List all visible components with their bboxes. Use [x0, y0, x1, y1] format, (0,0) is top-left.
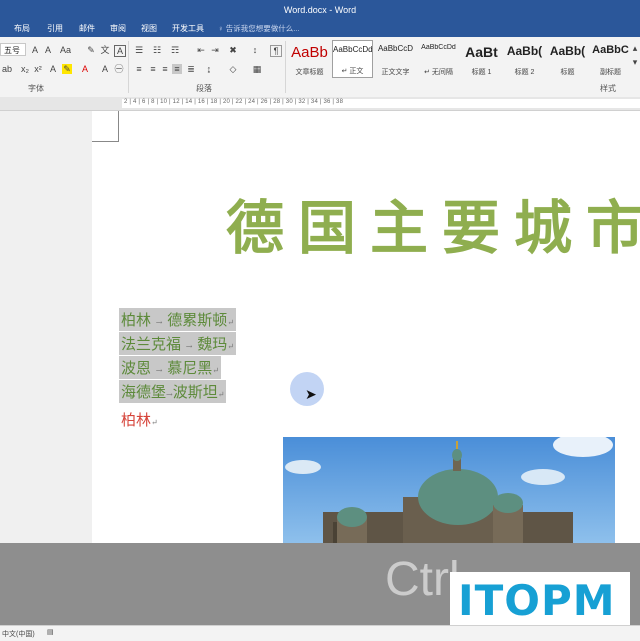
highlight-icon[interactable]: ✎ — [62, 64, 72, 74]
language-indicator[interactable]: 中文(中国) — [2, 629, 35, 639]
style-item-selected[interactable]: AaBbCcDd ↵ 正文 — [332, 40, 373, 78]
list-item: 柏林 → 德累斯顿↵ — [119, 308, 236, 331]
tab-arrow: → — [166, 390, 173, 399]
tab-arrow: → — [155, 318, 163, 327]
change-case-icon[interactable]: Aa — [60, 45, 71, 55]
tab-mailings[interactable]: 邮件 — [79, 23, 95, 34]
tab-arrow: → — [185, 342, 193, 351]
multilevel-list-icon[interactable]: ☶ — [170, 45, 180, 55]
superscript-icon[interactable]: x² — [33, 64, 43, 74]
tab-references[interactable]: 引用 — [47, 23, 63, 34]
phonetic-icon[interactable]: 文 — [100, 45, 110, 55]
paragraph-mark: ↵ — [151, 418, 158, 427]
asian-layout-icon[interactable]: ✖ — [228, 45, 238, 55]
margin-marker — [92, 141, 119, 142]
overlay-key-text: Ctrl — [385, 553, 460, 606]
style-item[interactable]: AaBbC 副标题 — [590, 40, 631, 78]
sort-icon[interactable]: ↕ — [250, 45, 260, 55]
document-area[interactable]: 德国主要城市 柏林 → 德累斯顿↵ 法兰克福 → 魏玛↵ 波恩 → 慕尼黑↵ 海… — [0, 111, 640, 543]
distributed-icon[interactable]: ≣ — [186, 64, 196, 74]
char-border-icon[interactable]: A — [114, 45, 126, 57]
clear-format-icon[interactable]: ✎ — [86, 45, 96, 55]
city-from: 法兰克福 — [121, 335, 182, 353]
logo-text: ITOPM — [458, 576, 616, 625]
title-bar: Word.docx - Word — [0, 0, 640, 20]
berlin-cathedral-photo[interactable] — [283, 437, 615, 543]
ribbon-tabs: 布局 引用 邮件 审阅 视图 开发工具 ♀ 告诉我您想要做什么... — [0, 20, 640, 37]
tell-me-box[interactable]: ♀ 告诉我您想要做什么... — [218, 23, 299, 34]
text-effect-icon[interactable]: A — [48, 64, 58, 74]
style-item[interactable]: AaBt 标题 1 — [461, 40, 502, 78]
tab-arrow: → — [155, 366, 163, 375]
city-to: 慕尼黑 — [167, 359, 213, 377]
style-item[interactable]: AaBb(标题 — [547, 40, 588, 78]
city-from: 海德堡 — [121, 383, 167, 401]
styles-gallery: AaBb 文章标题 AaBbCcDd ↵ 正文 AaBbCcD 正文文字 AaBbCc… — [289, 40, 629, 80]
subscript-icon[interactable]: x₂ — [20, 64, 30, 74]
bullets-icon[interactable]: ☰ — [134, 45, 144, 55]
list-item: 法兰克福 → 魏玛↵ — [119, 332, 236, 355]
tab-developer[interactable]: 开发工具 — [172, 23, 204, 34]
watermark-logo: ITOPM — [450, 572, 630, 628]
lightbulb-icon: ♀ — [218, 24, 226, 33]
paragraph-mark: ↵ — [227, 318, 234, 327]
list-item: 海德堡→波斯坦↵ — [119, 380, 227, 403]
justify-icon[interactable]: ≡ — [172, 64, 182, 74]
group-paragraph-label: 段落 — [196, 84, 212, 93]
tab-view[interactable]: 视图 — [141, 23, 157, 34]
font-color-icon[interactable]: A — [80, 64, 90, 74]
city-to: 德累斯顿 — [167, 311, 228, 329]
tab-review[interactable]: 审阅 — [110, 23, 126, 34]
font-size-select[interactable]: 五号 — [0, 43, 26, 56]
group-styles-label: 样式 — [600, 84, 616, 93]
tab-layout[interactable]: 布局 — [14, 23, 30, 34]
style-item[interactable]: AaBb 文章标题 — [289, 40, 330, 78]
style-item[interactable]: AaBbCcDd ↵ 无间隔 — [418, 40, 459, 78]
strikethrough-icon[interactable]: ab — [2, 64, 12, 74]
paragraph-mark: ↵ — [227, 342, 234, 351]
paragraph-mark: ↵ — [212, 366, 219, 375]
city-to: 波斯坦 — [172, 383, 218, 401]
city-to: 魏玛 — [197, 335, 228, 353]
styles-scroll-up-icon[interactable]: ▴ — [630, 43, 640, 53]
ruler-ticks: 2 | 4 | 6 | 8 | 10 | 12 | 14 | 16 | 18 |… — [124, 99, 344, 105]
document-heading: 德国主要城市 — [226, 194, 640, 262]
align-center-icon[interactable]: ≡ — [148, 64, 158, 74]
char-shading-icon[interactable]: A — [100, 64, 110, 74]
enclose-char-icon[interactable]: ㊀ — [114, 64, 124, 74]
horizontal-ruler[interactable]: 2 | 4 | 6 | 8 | 10 | 12 | 14 | 16 | 18 |… — [0, 97, 640, 111]
divider — [128, 41, 129, 93]
align-left-icon[interactable]: ≡ — [134, 64, 144, 74]
tell-me-text: 告诉我您想要做什么... — [225, 24, 300, 33]
align-right-icon[interactable]: ≡ — [160, 64, 170, 74]
window-title: Word.docx - Word — [283, 5, 357, 15]
numbering-icon[interactable]: ☷ — [152, 45, 162, 55]
document-page[interactable]: 德国主要城市 柏林 → 德累斯顿↵ 法兰克福 → 魏玛↵ 波恩 → 慕尼黑↵ 海… — [92, 111, 640, 543]
margin-marker — [118, 111, 119, 141]
styles-scroll-down-icon[interactable]: ▾ — [630, 57, 640, 67]
list-item: 波恩 → 慕尼黑↵ — [119, 356, 221, 379]
decrease-indent-icon[interactable]: ⇤ — [196, 45, 206, 55]
mouse-pointer-icon: ➤ — [305, 386, 317, 402]
line-spacing-icon[interactable]: ↨ — [204, 64, 214, 74]
style-item[interactable]: AaBb(标题 2 — [504, 40, 545, 78]
red-text-line: 柏林↵ — [121, 409, 158, 430]
group-font-label: 字体 — [28, 84, 44, 93]
style-item[interactable]: AaBbCcD 正文文字 — [375, 40, 416, 78]
increase-indent-icon[interactable]: ⇥ — [210, 45, 220, 55]
borders-icon[interactable]: ▦ — [252, 64, 262, 74]
divider — [285, 41, 286, 93]
shrink-font-icon[interactable]: A — [43, 45, 53, 55]
shading-icon[interactable]: ◇ — [228, 64, 238, 74]
grow-font-icon[interactable]: A — [30, 45, 40, 55]
macro-record-icon[interactable]: ▤ — [47, 628, 54, 636]
red-text: 柏林 — [121, 411, 152, 429]
show-marks-icon[interactable]: ¶ — [270, 45, 282, 57]
paragraph-mark: ↵ — [217, 390, 225, 399]
ribbon: 五号 A A Aa ✎ 文 A ab x₂ x² A ✎ A A ㊀ 字体 ☰ … — [0, 37, 640, 98]
status-bar: 中文(中国) ▤ — [0, 625, 640, 641]
city-from: 波恩 — [121, 359, 152, 377]
city-from: 柏林 — [121, 311, 152, 329]
